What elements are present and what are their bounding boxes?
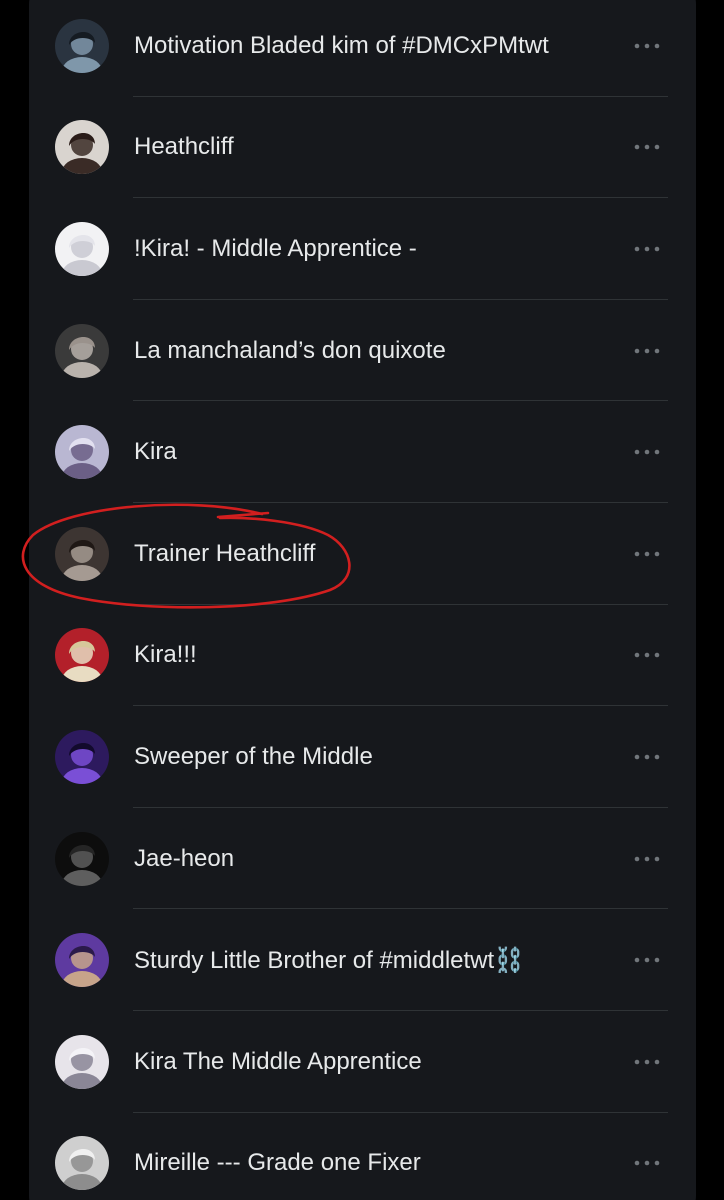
account-name[interactable]: Sturdy Little Brother of #middletwt⛓️ <box>134 946 616 975</box>
list-item-8[interactable]: Sweeper of the Middle <box>29 706 696 808</box>
account-name[interactable]: !Kira! - Middle Apprentice - <box>134 235 616 263</box>
avatar[interactable] <box>55 425 109 480</box>
list-item-1[interactable]: Motivation Bladed kim of #DMCxPMtwt <box>29 0 696 97</box>
avatar-image <box>55 628 109 683</box>
more-options-button[interactable] <box>632 640 662 670</box>
more-options-button[interactable] <box>632 945 662 975</box>
account-name[interactable]: Kira <box>134 438 616 466</box>
screen: Motivation Bladed kim of #DMCxPMtwt Heat… <box>0 0 724 1200</box>
more-horizontal-icon <box>634 246 660 252</box>
account-name[interactable]: La manchaland’s don quixote <box>134 337 616 365</box>
avatar-image <box>55 221 109 276</box>
account-name[interactable]: Mireille --- Grade one Fixer <box>134 1149 616 1177</box>
list-item-7[interactable]: Kira!!! <box>29 605 696 707</box>
list-item-11[interactable]: Kira The Middle Apprentice <box>29 1011 696 1113</box>
more-options-button[interactable] <box>632 132 662 162</box>
more-horizontal-icon <box>634 43 660 49</box>
avatar-image <box>55 831 109 886</box>
list-item-5[interactable]: Kira <box>29 401 696 503</box>
avatar-image <box>55 1034 109 1089</box>
more-horizontal-icon <box>634 348 660 353</box>
more-options-button[interactable] <box>632 234 662 264</box>
account-name[interactable]: Kira The Middle Apprentice <box>134 1048 616 1076</box>
more-options-button[interactable] <box>632 539 662 569</box>
avatar[interactable] <box>55 628 109 683</box>
list-item-4[interactable]: La manchaland’s don quixote <box>29 300 696 402</box>
more-options-button[interactable] <box>632 1047 662 1077</box>
account-list: Motivation Bladed kim of #DMCxPMtwt Heat… <box>29 0 696 1200</box>
list-item-6[interactable]: Trainer Heathcliff <box>29 503 696 605</box>
more-horizontal-icon <box>634 449 660 455</box>
more-horizontal-icon <box>634 754 660 760</box>
account-name[interactable]: Heathcliff <box>134 133 616 161</box>
avatar[interactable] <box>55 120 109 175</box>
avatar-image <box>55 526 109 581</box>
more-options-button[interactable] <box>632 742 662 772</box>
avatar[interactable] <box>55 1034 109 1089</box>
avatar[interactable] <box>55 831 109 886</box>
avatar[interactable] <box>55 729 109 784</box>
avatar-image <box>55 425 109 480</box>
avatar-image <box>55 933 109 988</box>
more-options-button[interactable] <box>632 31 662 61</box>
avatar[interactable] <box>55 323 109 378</box>
list-item-10[interactable]: Sturdy Little Brother of #middletwt⛓️ <box>29 909 696 1011</box>
avatar[interactable] <box>55 526 109 581</box>
more-horizontal-icon <box>634 1161 660 1166</box>
avatar-image <box>55 1136 109 1191</box>
account-name[interactable]: Sweeper of the Middle <box>134 743 616 771</box>
list-item-2[interactable]: Heathcliff <box>29 97 696 199</box>
avatar[interactable] <box>55 18 109 73</box>
avatar-image <box>55 120 109 175</box>
more-horizontal-icon <box>634 551 660 557</box>
more-options-button[interactable] <box>632 336 662 366</box>
more-options-button[interactable] <box>632 844 662 874</box>
more-horizontal-icon <box>634 653 660 658</box>
more-horizontal-icon <box>634 1059 660 1065</box>
avatar-image <box>55 323 109 378</box>
more-options-button[interactable] <box>632 437 662 467</box>
avatar[interactable] <box>55 933 109 988</box>
account-name[interactable]: Trainer Heathcliff <box>134 540 616 568</box>
list-item-9[interactable]: Jae-heon <box>29 808 696 910</box>
account-name[interactable]: Kira!!! <box>134 641 616 669</box>
avatar[interactable] <box>55 1136 109 1191</box>
more-horizontal-icon <box>634 957 660 963</box>
more-options-button[interactable] <box>632 1148 662 1178</box>
more-horizontal-icon <box>634 856 660 861</box>
list-item-3[interactable]: !Kira! - Middle Apprentice - <box>29 198 696 300</box>
account-name[interactable]: Motivation Bladed kim of #DMCxPMtwt <box>134 32 616 60</box>
list-item-12[interactable]: Mireille --- Grade one Fixer <box>29 1113 696 1200</box>
more-horizontal-icon <box>634 145 660 150</box>
avatar-image <box>55 729 109 784</box>
account-name[interactable]: Jae-heon <box>134 845 616 873</box>
avatar[interactable] <box>55 221 109 276</box>
avatar-image <box>55 18 109 73</box>
